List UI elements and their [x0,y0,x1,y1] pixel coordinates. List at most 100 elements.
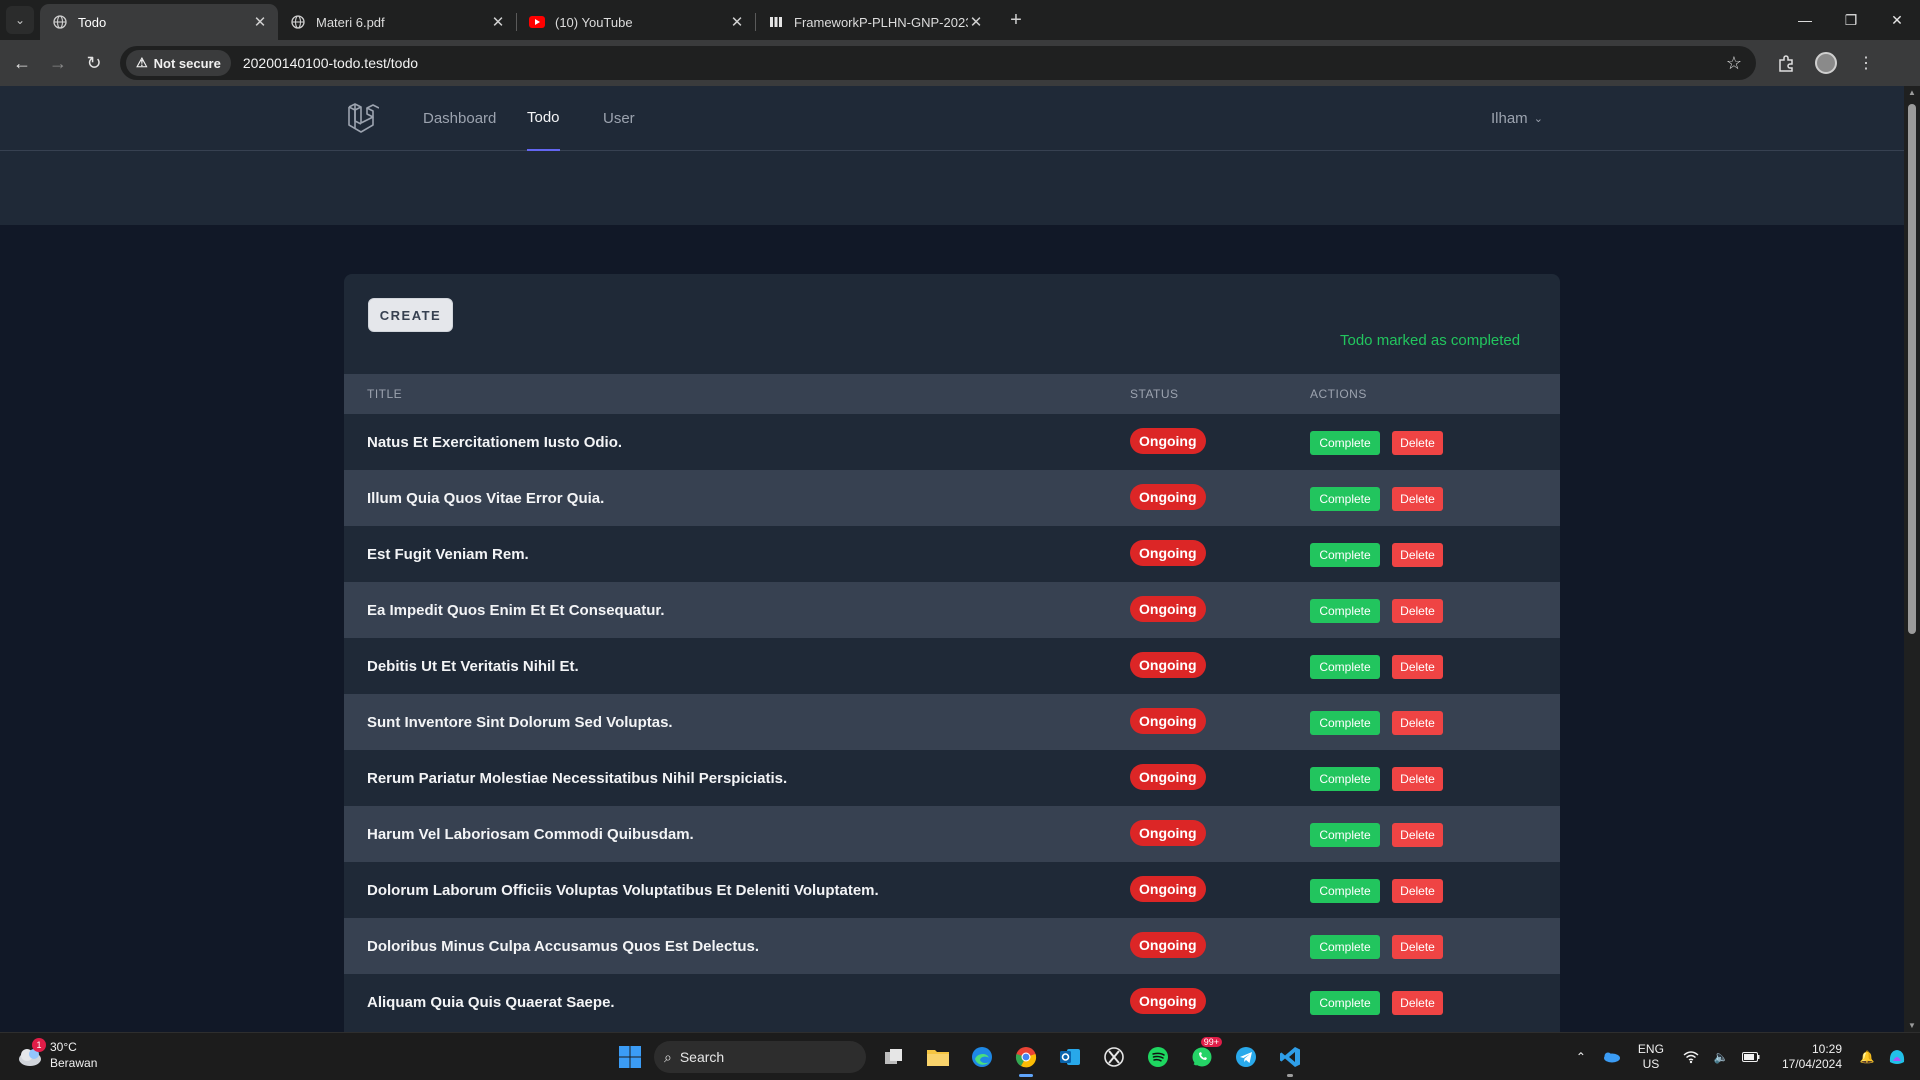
complete-button[interactable]: Complete [1310,767,1380,791]
extensions-icon[interactable] [1766,45,1806,81]
scrollbar-thumb[interactable] [1908,104,1916,634]
column-header-actions: ACTIONS [1310,387,1367,401]
url-text[interactable]: 20200140100-todo.test/todo [243,55,1726,71]
new-tab-button[interactable]: + [1002,6,1030,34]
file-explorer-icon[interactable] [916,1039,960,1075]
outlook-icon[interactable] [1048,1039,1092,1075]
close-icon[interactable]: ✕ [729,13,745,31]
telegram-icon[interactable] [1224,1039,1268,1075]
delete-button[interactable]: Delete [1392,991,1443,1015]
vscode-icon[interactable] [1268,1039,1312,1077]
reload-icon: ↻ [86,52,102,73]
tab-todo[interactable]: Todo ✕ [40,4,278,40]
todo-title: Natus Et Exercitationem Iusto Odio. [367,433,623,451]
tab-framework[interactable]: FrameworkP-PLHN-GNP-2023: ✕ [756,4,994,40]
complete-button[interactable]: Complete [1310,879,1380,903]
xbox-icon[interactable] [1092,1039,1136,1075]
back-button[interactable]: ← [4,45,40,81]
battery-icon[interactable] [1736,1052,1766,1062]
chevron-up-icon[interactable]: ⌃ [1566,1050,1596,1064]
kebab-menu-icon[interactable]: ⋮ [1846,45,1886,81]
status-badge: Ongoing [1130,988,1206,1014]
windows-start-icon[interactable] [612,1039,648,1075]
search-label: Search [679,1049,725,1065]
forward-button[interactable]: → [40,45,76,81]
delete-button[interactable]: Delete [1392,879,1443,903]
restore-icon[interactable]: ❐ [1828,0,1874,40]
minimize-icon[interactable]: — [1782,0,1828,40]
status-badge: Ongoing [1130,876,1206,902]
todo-title: Harum Vel Laboriosam Commodi Quibusdam. [367,825,694,843]
tab-materi-pdf[interactable]: Materi 6.pdf ✕ [278,4,516,40]
table-row: Dolorum Laborum Officiis Voluptas Volupt… [344,862,1560,918]
wifi-icon[interactable] [1676,1050,1706,1064]
complete-button[interactable]: Complete [1310,823,1380,847]
scroll-down-icon[interactable]: ▼ [1907,1021,1917,1030]
edge-icon[interactable] [960,1039,1004,1075]
chrome-icon[interactable] [1004,1039,1048,1077]
nav-link-dashboard[interactable]: Dashboard [423,86,496,151]
task-view-icon[interactable] [872,1039,916,1075]
tab-youtube[interactable]: (10) YouTube ✕ [517,4,755,40]
profile-avatar[interactable] [1806,45,1846,81]
complete-button[interactable]: Complete [1310,655,1380,679]
avatar [1815,52,1837,74]
complete-button[interactable]: Complete [1310,543,1380,567]
todo-title: Est Fugit Veniam Rem. [367,545,529,563]
taskbar-apps: ⌕ Search 99+ [612,1037,1312,1077]
globe-icon [290,14,306,30]
weather-widget[interactable]: 1 30°C Berawan [16,1038,97,1071]
taskbar-search[interactable]: ⌕ Search [654,1041,866,1073]
complete-button[interactable]: Complete [1310,935,1380,959]
close-icon[interactable]: ✕ [252,13,268,31]
onedrive-icon[interactable] [1596,1051,1626,1063]
close-icon[interactable]: ✕ [968,13,984,31]
close-icon[interactable]: ✕ [490,13,506,31]
system-tray: ⌃ ENG US 🔈 10:29 17/04/2024 🔔 [1566,1033,1920,1080]
reload-button[interactable]: ↻ [76,45,112,81]
user-dropdown[interactable]: Ilham ⌄ [1491,86,1543,151]
delete-button[interactable]: Delete [1392,599,1443,623]
notifications-icon[interactable]: 🔔 [1852,1050,1882,1064]
spotify-icon[interactable] [1136,1039,1180,1075]
delete-button[interactable]: Delete [1392,711,1443,735]
complete-button[interactable]: Complete [1310,431,1380,455]
cloud-icon: 1 [16,1038,46,1070]
running-indicator [1287,1074,1293,1077]
delete-button[interactable]: Delete [1392,655,1443,679]
delete-button[interactable]: Delete [1392,543,1443,567]
user-name: Ilham [1491,110,1528,127]
close-window-icon[interactable]: ✕ [1874,0,1920,40]
delete-button[interactable]: Delete [1392,935,1443,959]
nav-link-user[interactable]: User [603,86,635,151]
window-controls: — ❐ ✕ [1782,0,1920,40]
scroll-up-icon[interactable]: ▲ [1907,88,1917,97]
copilot-icon[interactable] [1882,1047,1912,1067]
address-bar[interactable]: ⚠ Not secure 20200140100-todo.test/todo … [120,46,1756,80]
notification-badge: 99+ [1200,1037,1222,1047]
todo-title: Illum Quia Quos Vitae Error Quia. [367,489,605,507]
delete-button[interactable]: Delete [1392,431,1443,455]
delete-button[interactable]: Delete [1392,767,1443,791]
create-button[interactable]: CREATE [368,298,453,332]
nav-link-todo[interactable]: Todo [527,86,560,151]
bookmark-star-icon[interactable]: ☆ [1726,53,1742,74]
clock[interactable]: 10:29 17/04/2024 [1782,1042,1842,1072]
status-badge: Ongoing [1130,428,1206,454]
complete-button[interactable]: Complete [1310,487,1380,511]
language-indicator[interactable]: ENG US [1638,1042,1664,1072]
whatsapp-icon[interactable]: 99+ [1180,1037,1224,1075]
volume-icon[interactable]: 🔈 [1706,1050,1736,1064]
table-row: Doloribus Minus Culpa Accusamus Quos Est… [344,918,1560,974]
security-chip[interactable]: ⚠ Not secure [126,50,231,76]
web-page: Dashboard Todo User Ilham ⌄ CREATE Todo … [0,86,1904,1032]
delete-button[interactable]: Delete [1392,487,1443,511]
complete-button[interactable]: Complete [1310,991,1380,1015]
delete-button[interactable]: Delete [1392,823,1443,847]
page-scrollbar[interactable]: ▲ ▼ [1904,86,1920,1032]
complete-button[interactable]: Complete [1310,711,1380,735]
laravel-logo-icon[interactable] [347,101,380,135]
tab-search-button[interactable]: ⌄ [6,6,34,34]
complete-button[interactable]: Complete [1310,599,1380,623]
table-row: Ea Impedit Quos Enim Et Et Consequatur. … [344,582,1560,638]
